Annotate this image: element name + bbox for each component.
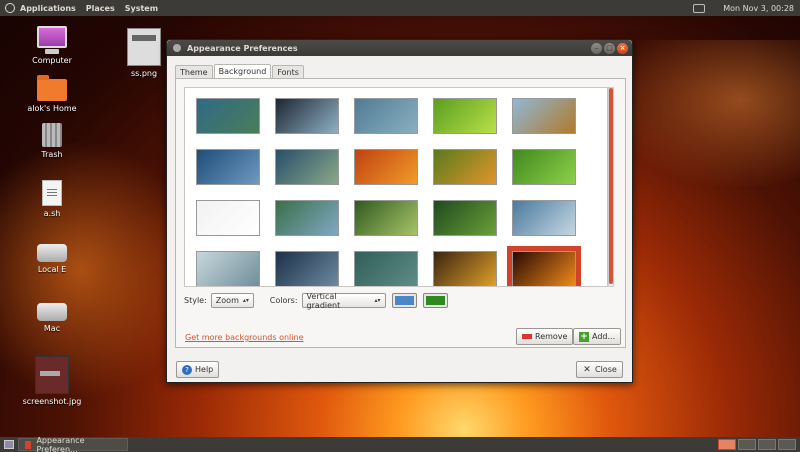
colors-label: Colors: <box>269 296 298 305</box>
desktop-icon-ss-png[interactable]: ss.png <box>114 28 174 78</box>
wallpaper-4[interactable] <box>433 98 497 134</box>
window-titlebar[interactable]: Appearance Preferences – □ × <box>167 40 632 56</box>
script-file-icon <box>42 180 62 206</box>
style-label: Style: <box>184 296 207 305</box>
workspace-2[interactable] <box>738 439 756 450</box>
desktop-icon-trash[interactable]: Trash <box>22 123 82 159</box>
taskbar-button-appearance[interactable]: Appearance Preferen... <box>18 436 128 452</box>
menu-places[interactable]: Places <box>86 4 115 13</box>
workspace-switcher <box>716 439 796 450</box>
ubuntu-logo-icon[interactable] <box>5 3 15 13</box>
wallpaper-12[interactable] <box>275 200 339 236</box>
drive-icon <box>37 303 67 321</box>
wallpaper-10[interactable] <box>512 149 576 185</box>
get-more-backgrounds-link[interactable]: Get more backgrounds online <box>185 333 304 342</box>
help-icon: ? <box>182 364 192 375</box>
wallpaper-20[interactable] <box>507 246 581 286</box>
wallpaper-19[interactable] <box>433 251 497 286</box>
desktop-icon-screenshot[interactable]: screenshot.jpg <box>22 356 82 406</box>
wallpaper-6[interactable] <box>196 149 260 185</box>
desktop-icon-local-e[interactable]: Local E <box>22 244 82 274</box>
spin-arrows-icon: ▴▾ <box>242 297 249 304</box>
close-icon: ✕ <box>583 364 591 375</box>
mail-icon[interactable] <box>693 3 706 13</box>
add-button[interactable]: + Add... <box>573 328 622 345</box>
primary-color-button[interactable] <box>391 293 417 308</box>
desktop-icon-home[interactable]: alok's Home <box>22 75 82 113</box>
colors-select[interactable]: Vertical gradient ▴▾ <box>301 292 386 310</box>
maximize-button[interactable]: □ <box>604 42 615 54</box>
tab-background[interactable]: Background <box>213 64 272 78</box>
image-file-icon <box>127 28 161 66</box>
wallpaper-17[interactable] <box>275 251 339 286</box>
wallpaper-14[interactable] <box>433 200 497 236</box>
wallpaper-5[interactable] <box>512 98 576 134</box>
minimize-button[interactable]: – <box>591 42 602 54</box>
scrollbar-thumb[interactable] <box>609 88 613 284</box>
wallpaper-11[interactable] <box>196 200 260 236</box>
workspace-4[interactable] <box>778 439 796 450</box>
window-title: Appearance Preferences <box>187 43 298 53</box>
wallpaper-3[interactable] <box>354 98 418 134</box>
menu-applications[interactable]: Applications <box>20 4 76 13</box>
wallpaper-16[interactable] <box>196 251 260 286</box>
desktop-icon-mac[interactable]: Mac <box>22 303 82 333</box>
panel-indicators: Mon Nov 3, 00:28 <box>693 3 800 13</box>
window-app-icon <box>173 44 181 52</box>
wallpaper-7[interactable] <box>275 149 339 185</box>
tab-theme[interactable]: Theme <box>175 65 213 79</box>
style-select[interactable]: Zoom ▴▾ <box>210 293 254 308</box>
help-button[interactable]: ? Help <box>176 361 220 378</box>
appearance-app-icon <box>25 440 32 449</box>
workspace-3[interactable] <box>758 439 776 450</box>
remove-button[interactable]: Remove <box>516 328 574 345</box>
appearance-preferences-window: Appearance Preferences – □ × Theme Backg… <box>166 39 633 383</box>
wallpaper-scrollbar[interactable] <box>608 87 614 287</box>
wallpaper-15[interactable] <box>512 200 576 236</box>
image-file-icon <box>35 356 69 394</box>
show-desktop-icon[interactable] <box>4 440 14 449</box>
menu-system[interactable]: System <box>125 4 158 13</box>
trash-icon <box>42 123 62 147</box>
secondary-color-button[interactable] <box>422 293 448 308</box>
drive-icon <box>37 244 67 262</box>
top-panel: Applications Places System Mon Nov 3, 00… <box>0 0 800 16</box>
wallpaper-1[interactable] <box>196 98 260 134</box>
wallpaper-2[interactable] <box>275 98 339 134</box>
home-folder-icon <box>37 75 67 101</box>
wallpaper-8[interactable] <box>354 149 418 185</box>
desktop-icon-ash[interactable]: a.sh <box>22 180 82 218</box>
wallpaper-18[interactable] <box>354 251 418 286</box>
desktop-icon-computer[interactable]: Computer <box>22 26 82 65</box>
secondary-color-swatch <box>425 296 445 305</box>
clock[interactable]: Mon Nov 3, 00:28 <box>723 4 794 13</box>
close-button[interactable]: ✕ Close <box>576 361 623 378</box>
style-controls: Style: Zoom ▴▾ Colors: Vertical gradient… <box>184 292 448 310</box>
wallpaper-13[interactable] <box>354 200 418 236</box>
computer-icon <box>37 26 67 54</box>
background-panel: Style: Zoom ▴▾ Colors: Vertical gradient… <box>175 78 626 348</box>
wallpaper-grid[interactable] <box>184 87 608 287</box>
add-icon: + <box>579 331 589 342</box>
primary-color-swatch <box>394 296 414 305</box>
tab-bar: Theme Background Fonts <box>175 64 305 79</box>
remove-icon <box>522 334 532 339</box>
tab-fonts[interactable]: Fonts <box>272 65 304 79</box>
wallpaper-9[interactable] <box>433 149 497 185</box>
close-window-button[interactable]: × <box>617 42 628 54</box>
spin-arrows-icon: ▴▾ <box>374 297 381 304</box>
window-controls: – □ × <box>589 42 628 54</box>
bottom-panel: Appearance Preferen... <box>0 436 800 452</box>
workspace-1[interactable] <box>718 439 736 450</box>
